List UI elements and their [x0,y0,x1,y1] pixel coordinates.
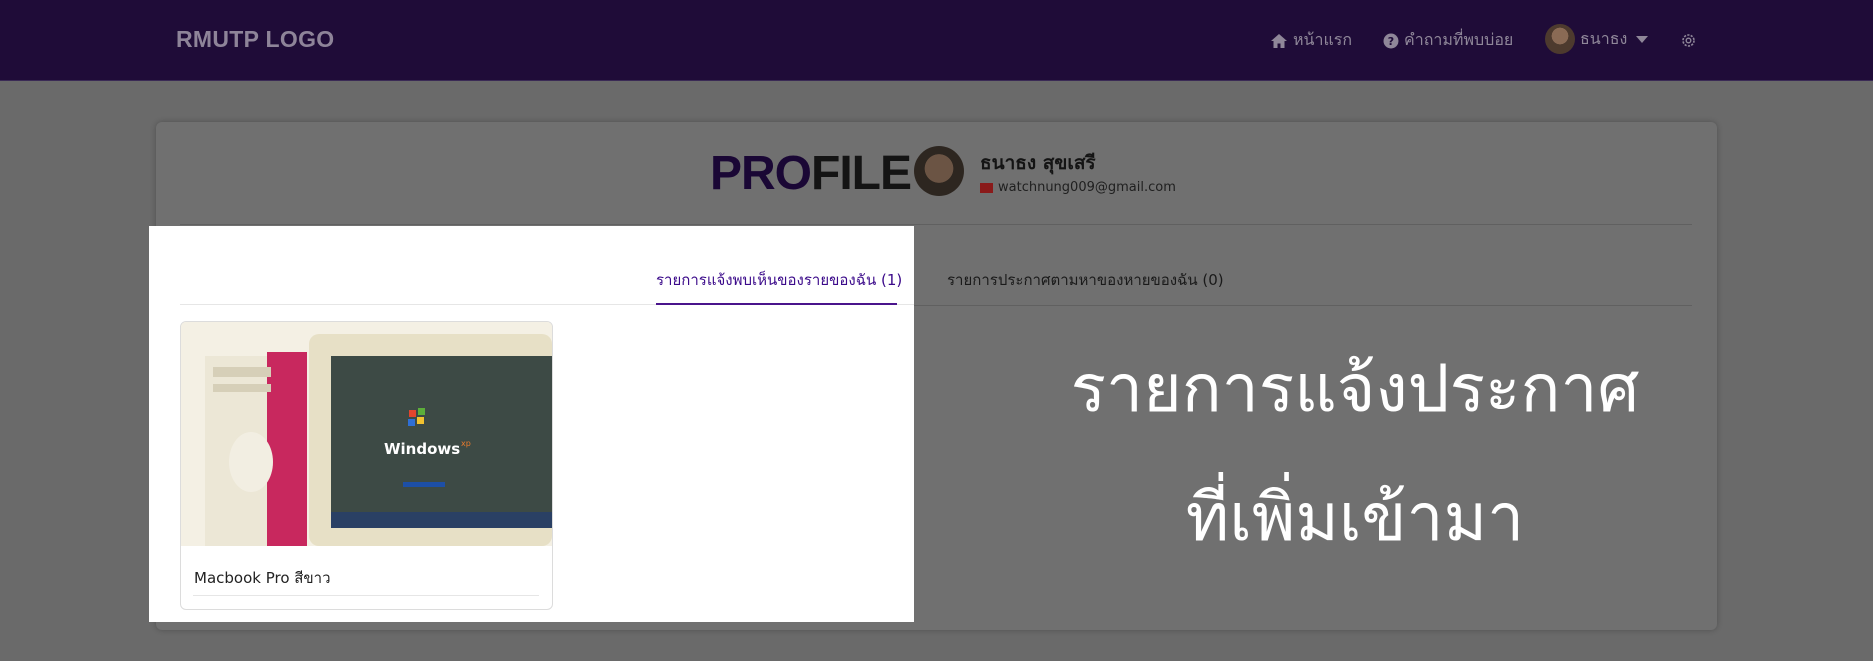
tabs-divider-dim [914,305,1692,306]
tab-lost-items[interactable]: รายการประกาศตามหาของหายของฉัน (0) [947,268,1224,292]
settings-button[interactable] [1680,32,1697,49]
page-title: PROFILE [710,147,912,200]
user-menu-label: ธนาธง [1580,28,1628,48]
overlay-caption-line1: รายการแจ้งประกาศ [1070,350,1640,427]
profile-name: ธนาธง สุขเสรี [980,152,1096,174]
site-logo[interactable]: RMUTP LOGO [176,26,334,53]
home-icon [1271,33,1287,48]
envelope-icon [980,182,993,193]
nav-faq-link[interactable]: ? คำถามที่พบบ่อย [1383,28,1513,53]
nav-faq-label: คำถามที่พบบ่อย [1404,30,1514,49]
gear-icon [1682,34,1695,47]
overlay-caption-line2: ที่เพิ่มเข้ามา [1185,479,1525,556]
profile-email-text: watchnung009@gmail.com [998,180,1176,195]
caret-down-icon [1636,35,1649,43]
nav-home-label: หน้าแรก [1293,30,1353,49]
nav-home-link[interactable]: หน้าแรก [1270,28,1352,53]
active-tab-indicator [656,303,897,305]
profile-divider [180,224,1692,225]
item-divider [193,595,539,596]
user-avatar [1545,24,1575,54]
user-menu-dropdown[interactable]: ธนาธง [1545,24,1649,54]
profile-email: watchnung009@gmail.com [980,180,1176,195]
svg-text:xp: xp [461,439,471,448]
profile-avatar [914,146,964,196]
question-circle-icon: ? [1383,33,1399,48]
svg-text:?: ? [1388,35,1394,48]
item-title[interactable]: Macbook Pro สีขาว [194,566,331,590]
tab-found-items[interactable]: รายการแจ้งพบเห็นของรายของฉัน (1) [656,268,902,292]
item-card[interactable]: Windows xp Macbook Pro สีขาว [180,321,553,610]
top-navbar: RMUTP LOGO หน้าแรก ? คำถามที่พบบ่อย ธนาธ… [0,0,1873,81]
svg-text:Windows: Windows [384,440,460,458]
item-photo[interactable]: Windows xp [181,322,552,546]
